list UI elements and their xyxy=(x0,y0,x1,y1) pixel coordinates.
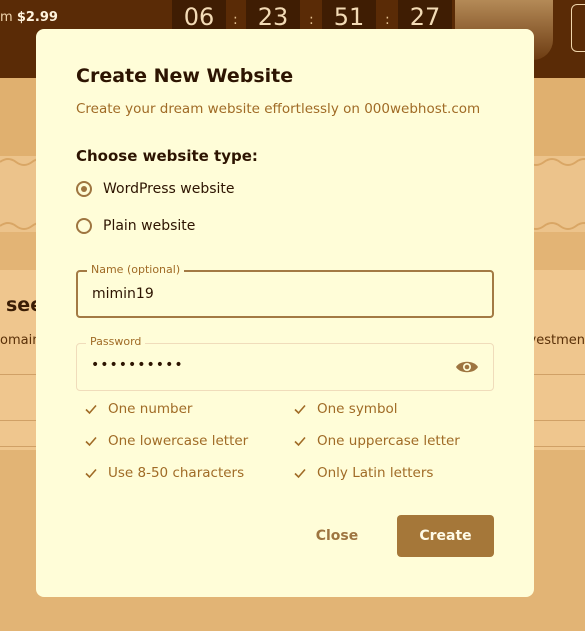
timer-separator: : xyxy=(385,12,390,28)
check-icon xyxy=(294,436,306,447)
requirement-item: Only Latin letters xyxy=(293,465,433,481)
close-button[interactable]: Close xyxy=(304,515,370,557)
requirement-item: One symbol xyxy=(293,401,398,417)
radio-plain-website[interactable]: Plain website xyxy=(76,218,195,234)
background-text-left: omain xyxy=(0,333,41,348)
requirement-item: Use 8-50 characters xyxy=(84,465,244,481)
promo-price-text: m $2.99 xyxy=(0,10,58,25)
timer-separator: : xyxy=(309,12,314,28)
promo-prefix: m xyxy=(0,10,13,25)
check-icon xyxy=(85,468,97,479)
dialog-subtitle: Create your dream website effortlessly o… xyxy=(76,101,481,117)
website-type-label: Choose website type: xyxy=(76,147,258,165)
promo-price: $2.99 xyxy=(16,10,58,25)
check-icon xyxy=(294,404,306,415)
requirement-item: One lowercase letter xyxy=(84,433,248,449)
requirement-item: One uppercase letter xyxy=(293,433,460,449)
radio-label: Plain website xyxy=(103,218,196,234)
check-icon xyxy=(294,468,306,479)
radio-unchecked-icon[interactable] xyxy=(76,218,92,234)
dialog-title: Create New Website xyxy=(76,65,294,87)
name-field-label: Name (optional) xyxy=(87,263,185,276)
password-field-label: Password xyxy=(86,335,146,348)
name-field: Name (optional) xyxy=(76,263,494,318)
background-text-right: vestmen xyxy=(528,333,585,348)
radio-wordpress-website[interactable]: WordPress website xyxy=(76,181,235,197)
radio-label: WordPress website xyxy=(103,181,235,197)
promo-cta-button[interactable] xyxy=(571,4,585,52)
password-input[interactable] xyxy=(91,357,431,373)
eye-icon[interactable] xyxy=(455,358,479,376)
timer-separator: : xyxy=(233,12,238,28)
check-icon xyxy=(85,436,97,447)
requirement-label: One symbol xyxy=(317,401,398,417)
requirement-label: One number xyxy=(108,401,193,417)
requirement-label: One lowercase letter xyxy=(108,433,249,449)
radio-checked-icon[interactable] xyxy=(76,181,92,197)
timer-seconds: 51 xyxy=(322,0,376,32)
timer-minutes: 23 xyxy=(246,0,300,32)
password-field: Password xyxy=(76,335,494,391)
requirement-label: Only Latin letters xyxy=(317,465,434,481)
requirement-item: One number xyxy=(84,401,192,417)
requirement-label: One uppercase letter xyxy=(317,433,460,449)
create-website-dialog: Create New Website Create your dream web… xyxy=(36,29,534,597)
create-button[interactable]: Create xyxy=(397,515,494,557)
requirement-label: Use 8-50 characters xyxy=(108,465,245,481)
name-input[interactable] xyxy=(92,286,432,302)
check-icon xyxy=(85,404,97,415)
timer-fraction: 27 xyxy=(398,0,452,32)
timer-hours: 06 xyxy=(172,0,226,32)
